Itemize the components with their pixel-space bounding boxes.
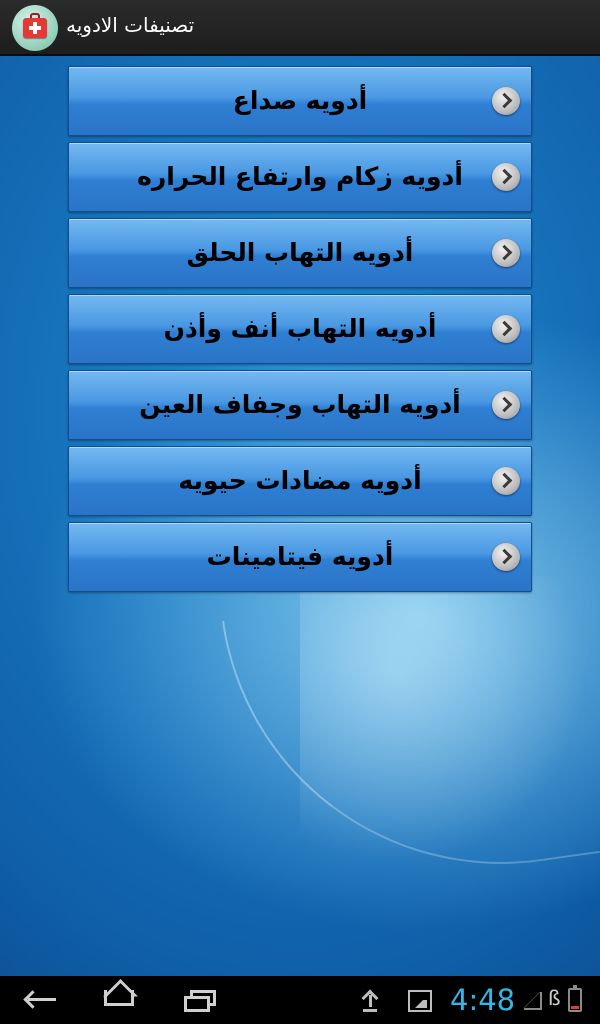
category-label: أدويه صداع [232, 86, 368, 115]
chevron-right-icon [492, 163, 520, 191]
category-button-eye[interactable]: أدويه التهاب وجفاف العين [68, 370, 532, 440]
category-button-cold-fever[interactable]: أدويه زكام وارتفاع الحراره [68, 142, 532, 212]
category-label: أدويه مضادات حيويه [178, 466, 422, 495]
chevron-right-icon [492, 467, 520, 495]
first-aid-kit-box [23, 13, 47, 38]
upload-arrow-stem [369, 995, 372, 1007]
recent-apps-front-card [184, 996, 210, 1012]
cross-horizontal [29, 26, 41, 30]
category-button-headache[interactable]: أدويه صداع [68, 66, 532, 136]
first-aid-kit-icon[interactable] [12, 5, 58, 51]
chevron-right-icon [492, 543, 520, 571]
back-arrow-head [23, 990, 42, 1009]
category-button-nose-ear[interactable]: أدويه التهاب أنف وأذن [68, 294, 532, 364]
home-body [104, 990, 134, 1006]
upload-icon [360, 989, 380, 1012]
category-label: أدويه التهاب الحلق [186, 238, 414, 267]
category-label: أدويه فيتامينات [206, 542, 394, 571]
recent-apps-icon[interactable] [182, 984, 220, 1016]
signal-icon [524, 992, 542, 1010]
category-button-antibiotics[interactable]: أدويه مضادات حيويه [68, 446, 532, 516]
system-navigation-bar: 4:48 [0, 976, 600, 1024]
chevron-right-icon [492, 239, 520, 267]
back-icon[interactable] [22, 984, 60, 1016]
status-clock: 4:48 [450, 983, 516, 1017]
chevron-right-icon [492, 391, 520, 419]
home-icon[interactable] [100, 984, 140, 1016]
gallery-icon [408, 990, 432, 1012]
category-label: أدويه التهاب وجفاف العين [139, 390, 461, 419]
chevron-right-icon [492, 315, 520, 343]
battery-level-fill [571, 1006, 579, 1009]
bluetooth-icon [548, 986, 562, 1012]
category-label: أدويه التهاب أنف وأذن [163, 314, 437, 343]
upload-base [363, 1009, 377, 1012]
category-button-vitamins[interactable]: أدويه فيتامينات [68, 522, 532, 592]
main-content: أدويه صداع أدويه زكام وارتفاع الحراره أد… [0, 56, 600, 976]
category-list: أدويه صداع أدويه زكام وارتفاع الحراره أد… [68, 66, 532, 598]
app-title: تصنيفات الادويه [66, 13, 195, 37]
category-button-sore-throat[interactable]: أدويه التهاب الحلق [68, 218, 532, 288]
category-label: أدويه زكام وارتفاع الحراره [137, 162, 463, 191]
chevron-right-icon [492, 87, 520, 115]
battery-icon [568, 985, 582, 1012]
action-bar: تصنيفات الادويه [0, 0, 600, 56]
